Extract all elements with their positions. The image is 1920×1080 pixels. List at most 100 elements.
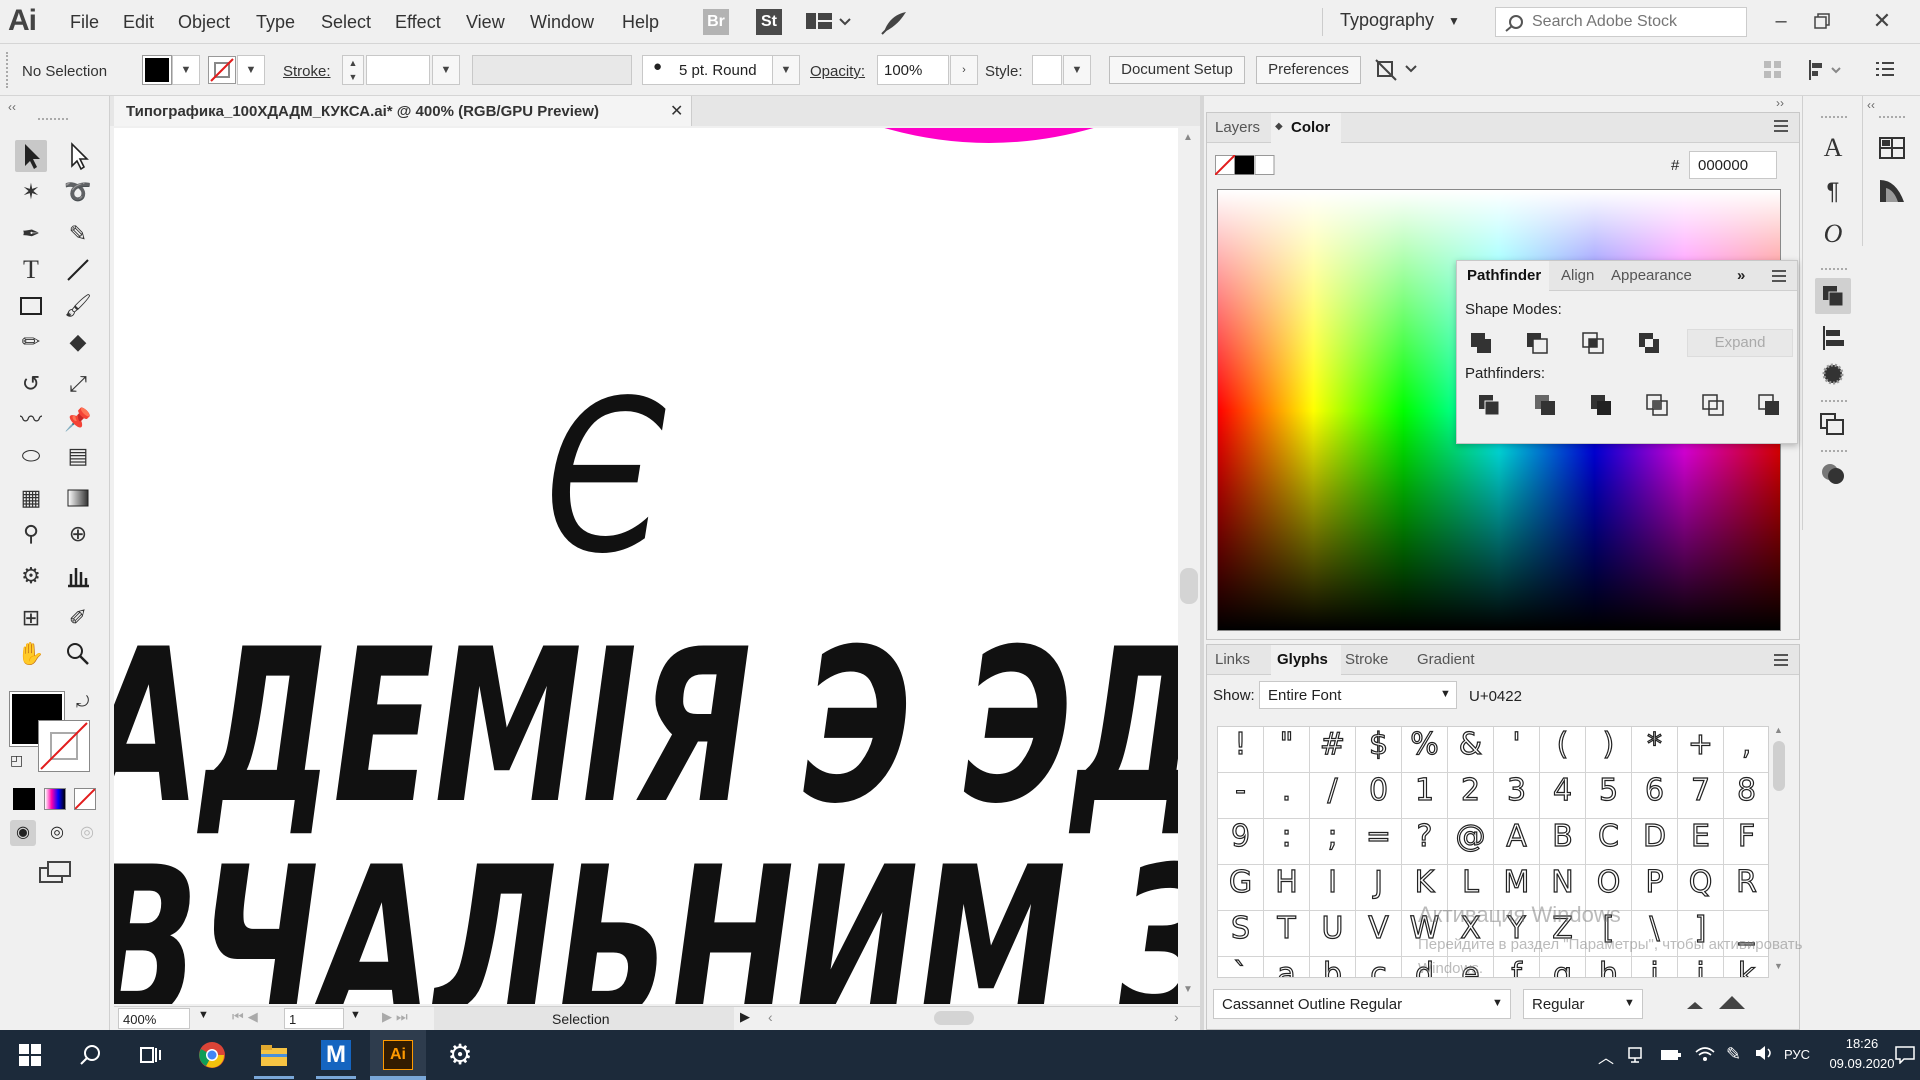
glyph-cell[interactable]: S bbox=[1218, 910, 1264, 957]
stroke-swatch[interactable] bbox=[208, 56, 236, 84]
gpu-performance-icon[interactable] bbox=[880, 8, 908, 39]
glyph-cell[interactable]: B bbox=[1540, 818, 1586, 865]
glyph-cell[interactable]: " bbox=[1264, 727, 1310, 773]
gradient-panel-icon[interactable] bbox=[1876, 174, 1908, 206]
glyph-cell[interactable]: E bbox=[1678, 818, 1724, 865]
opacity-label[interactable]: Opacity: bbox=[810, 63, 865, 80]
search-icon[interactable] bbox=[62, 1030, 118, 1080]
glyph-cell[interactable]: f bbox=[1494, 956, 1540, 977]
pen-tool-icon[interactable]: ✒ bbox=[15, 218, 47, 250]
input-language[interactable]: РУС bbox=[1784, 1047, 1810, 1062]
minus-back-icon[interactable] bbox=[1757, 393, 1783, 420]
align-panel-icon[interactable] bbox=[1817, 322, 1849, 354]
intersect-icon[interactable] bbox=[1581, 331, 1607, 358]
settings-icon[interactable]: ⚙ bbox=[432, 1030, 488, 1080]
glyph-cell[interactable]: : bbox=[1264, 818, 1310, 865]
bridge-button[interactable]: Br bbox=[703, 9, 729, 35]
glyph-cell[interactable]: ( bbox=[1540, 727, 1586, 773]
glyph-cell[interactable]: V bbox=[1356, 910, 1402, 957]
glyph-cell[interactable]: 7 bbox=[1678, 772, 1724, 819]
transform-dock-icon[interactable] bbox=[1817, 408, 1849, 440]
glyph-cell[interactable]: I bbox=[1310, 864, 1356, 911]
notification-center-icon[interactable] bbox=[1894, 1044, 1916, 1067]
glyph-cell[interactable]: G bbox=[1218, 864, 1264, 911]
glyph-scroll-up-icon[interactable]: ▲ bbox=[1774, 725, 1783, 735]
search-stock-field[interactable] bbox=[1495, 7, 1747, 37]
menu-type[interactable]: Type bbox=[256, 12, 295, 33]
stroke-color-dropdown[interactable]: ▼ bbox=[237, 55, 265, 85]
glyph-cell[interactable]: C bbox=[1586, 818, 1632, 865]
rotate-tool-icon[interactable]: ↺ bbox=[15, 368, 47, 400]
dock-grip[interactable] bbox=[1821, 116, 1847, 118]
glyph-cell[interactable]: 4 bbox=[1540, 772, 1586, 819]
change-screen-mode-icon[interactable] bbox=[38, 860, 74, 889]
draw-behind-icon[interactable]: ◎ bbox=[44, 820, 70, 846]
glyph-cell[interactable]: + bbox=[1678, 727, 1724, 773]
glyph-cell[interactable]: ' bbox=[1494, 727, 1540, 773]
swap-fill-stroke-icon[interactable]: ⤾ bbox=[76, 694, 89, 712]
panel-divider[interactable] bbox=[1200, 96, 1204, 1030]
glyph-cell[interactable]: g bbox=[1540, 956, 1586, 977]
zoom-out-glyphs-icon[interactable] bbox=[1685, 999, 1705, 1014]
glyph-scroll-down-icon[interactable]: ▼ bbox=[1774, 961, 1783, 971]
horizontal-scrollbar[interactable]: ‹ › bbox=[764, 1009, 1184, 1027]
glyph-cell[interactable]: % bbox=[1402, 727, 1448, 773]
arrange-documents-icon[interactable] bbox=[806, 11, 852, 36]
perspective-grid-tool-icon[interactable]: ▤ bbox=[62, 440, 94, 472]
scroll-right-icon[interactable]: › bbox=[1174, 1009, 1179, 1025]
arrange-icon[interactable] bbox=[1374, 56, 1420, 87]
show-hidden-icons-icon[interactable]: ︿ bbox=[1598, 1044, 1614, 1068]
battery-icon[interactable] bbox=[1660, 1044, 1682, 1067]
tab-align[interactable]: Align bbox=[1561, 267, 1594, 284]
color-panel-menu-icon[interactable] bbox=[1773, 119, 1789, 136]
line-tool-icon[interactable] bbox=[62, 254, 94, 286]
tab-gradient[interactable]: Gradient bbox=[1417, 651, 1475, 668]
windows-start-icon[interactable] bbox=[2, 1030, 58, 1080]
artboard-canvas[interactable]: Є АДЕМІЯ Э ЭДИНИМ ВЧАЛЬНИМ ЗАКЛА bbox=[114, 128, 1178, 1004]
graphic-style-dropdown[interactable]: ▼ bbox=[1063, 55, 1091, 85]
color-tab-arrows-icon[interactable]: ◆ bbox=[1275, 121, 1283, 132]
glyph-cell[interactable]: 3 bbox=[1494, 772, 1540, 819]
status-display[interactable]: Selection bbox=[434, 1007, 734, 1030]
swatches-panel-icon[interactable] bbox=[1876, 132, 1908, 164]
grip-handle[interactable] bbox=[6, 52, 12, 88]
toolbox-grip[interactable] bbox=[38, 118, 68, 122]
stroke-weight-dropdown[interactable]: ▼ bbox=[432, 55, 460, 85]
zoom-dropdown-icon[interactable]: ▼ bbox=[198, 1009, 209, 1021]
menu-select[interactable]: Select bbox=[321, 12, 371, 33]
glyph-cell[interactable]: @ bbox=[1448, 818, 1494, 865]
glyph-cell[interactable]: a bbox=[1264, 956, 1310, 977]
shaper-tool-icon[interactable]: ✏ bbox=[15, 326, 47, 358]
lasso-tool-icon[interactable]: ➰ bbox=[62, 176, 94, 208]
brush-definition[interactable]: ● 5 pt. Round bbox=[642, 55, 782, 85]
none-mode-icon[interactable] bbox=[74, 788, 96, 810]
pathfinder-menu-icon[interactable] bbox=[1771, 269, 1787, 286]
vertical-scrollbar[interactable]: ▲ ▼ bbox=[1178, 128, 1200, 1004]
chevron-down-icon[interactable]: ▼ bbox=[1448, 14, 1460, 28]
menu-effect[interactable]: Effect bbox=[395, 12, 441, 33]
glyph-cell[interactable]: & bbox=[1448, 727, 1494, 773]
eyedropper-tool-icon[interactable]: ⚲ bbox=[15, 518, 47, 550]
glyph-cell[interactable]: ` bbox=[1218, 956, 1264, 977]
zoom-field[interactable]: 400% bbox=[118, 1008, 190, 1029]
glyph-cell[interactable]: - bbox=[1218, 772, 1264, 819]
tab-color[interactable]: Color bbox=[1291, 119, 1330, 136]
glyph-cell[interactable]: J bbox=[1356, 864, 1402, 911]
artboard-number-field[interactable]: 1 bbox=[284, 1008, 344, 1029]
rectangle-tool-icon[interactable] bbox=[15, 290, 47, 322]
pen-input-icon[interactable]: ✎ bbox=[1726, 1044, 1741, 1065]
graph-tool-icon[interactable] bbox=[62, 560, 94, 592]
glyph-cell[interactable]: * bbox=[1632, 727, 1678, 773]
symbol-sprayer-tool-icon[interactable]: ⚙ bbox=[15, 560, 47, 592]
tab-links[interactable]: Links bbox=[1215, 651, 1250, 668]
glyph-cell[interactable]: 8 bbox=[1724, 772, 1768, 819]
magic-wand-tool-icon[interactable]: ✶ bbox=[15, 176, 47, 208]
glyph-cell[interactable]: = bbox=[1356, 818, 1402, 865]
minus-front-icon[interactable] bbox=[1525, 331, 1551, 358]
shape-builder-tool-icon[interactable]: ⬭ bbox=[15, 440, 47, 472]
glyph-cell[interactable]: . bbox=[1264, 772, 1310, 819]
artboard-tool-icon[interactable]: ⊞ bbox=[15, 602, 47, 634]
default-fill-stroke-icon[interactable]: ◰ bbox=[10, 752, 23, 769]
illustrator-taskbar-icon[interactable]: Ai bbox=[370, 1030, 426, 1080]
glyph-cell[interactable]: ! bbox=[1218, 727, 1264, 773]
